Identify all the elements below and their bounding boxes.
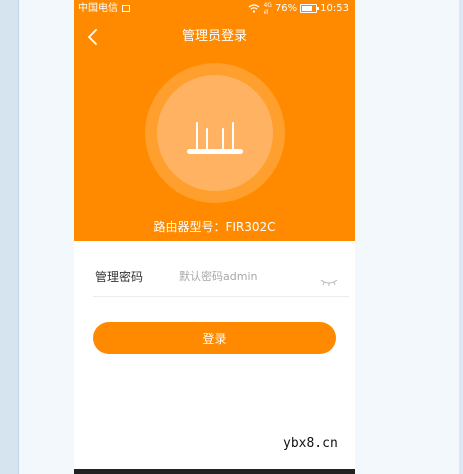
status-left: 中国电信 <box>78 0 130 17</box>
battery-percent: 76% <box>274 3 298 14</box>
password-input[interactable] <box>179 266 309 286</box>
carrier-label: 中国电信 <box>78 3 118 14</box>
router-icon <box>187 122 243 154</box>
signal-network-type: 4G <box>263 1 272 9</box>
clock: 10:53 <box>320 3 349 14</box>
router-badge-outer <box>145 63 285 203</box>
password-label: 管理密码 <box>95 270 144 284</box>
background-left-strip <box>0 0 19 474</box>
header-panel: 中国电信 4G ıll 76% 10:53 管理员登录 路由器型号：FIR302… <box>74 0 355 241</box>
background-right-panel <box>355 0 463 474</box>
page-title: 管理员登录 <box>181 29 247 44</box>
background-left-panel <box>19 0 74 474</box>
background-right-edge <box>459 0 463 474</box>
battery-icon <box>300 4 320 13</box>
status-bar: 中国电信 4G ıll 76% 10:53 <box>74 0 355 17</box>
eye-closed-icon <box>320 279 338 286</box>
signal-bars: ıll <box>263 8 269 16</box>
router-model-label: 路由器型号：FIR302C <box>153 220 276 234</box>
password-row: 管理密码 <box>93 258 349 297</box>
router-badge-inner <box>157 75 273 191</box>
toggle-password-visibility[interactable] <box>320 272 338 286</box>
image-notification-icon <box>122 5 130 12</box>
status-right: 4G ıll 76% 10:53 <box>248 0 349 17</box>
signal-indicator: 4G ıll <box>263 2 271 16</box>
phone-screen: 中国电信 4G ıll 76% 10:53 管理员登录 路由器型号：FIR302… <box>74 0 355 474</box>
login-button[interactable]: 登录 <box>93 322 336 354</box>
wifi-icon <box>249 4 260 13</box>
bottom-navigation-bar <box>74 469 355 474</box>
battery-fill <box>302 6 313 11</box>
watermark: ybx8.cn <box>283 436 338 451</box>
